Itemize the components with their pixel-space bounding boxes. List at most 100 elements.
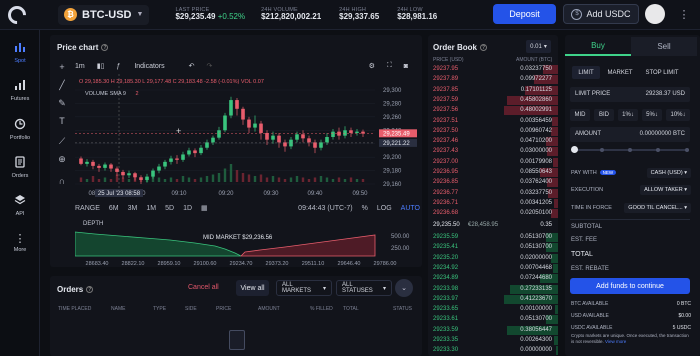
redo-icon[interactable]: ↷ (207, 62, 213, 70)
ask-row[interactable]: 29237.43 0.03000000 (428, 147, 558, 157)
tab-sell[interactable]: Sell (631, 37, 697, 56)
ask-row[interactable]: 29237.56 0.48002991 (428, 106, 558, 116)
fullscreen-icon[interactable]: ⛶ (387, 62, 392, 70)
tab-buy[interactable]: Buy (565, 37, 631, 56)
bid-row[interactable]: 29235.59 0.05130700 (428, 233, 558, 242)
ask-row[interactable]: 29237.89 0.09972277 (428, 75, 558, 85)
sidebar-item-futures[interactable]: Futures (0, 80, 40, 102)
depth-x-tick: 29786.00 (374, 261, 397, 267)
coinbase-logo[interactable] (0, 0, 34, 30)
bid-row[interactable]: 29233.98 0.27233135 (428, 284, 558, 294)
sidebar-item-api[interactable]: API (0, 194, 40, 217)
help-icon[interactable]: ? (101, 44, 109, 52)
sidebar-item-spot[interactable]: Spot (0, 42, 40, 64)
slider-knob[interactable] (571, 146, 578, 153)
order-type-limit[interactable]: LIMIT (572, 66, 600, 79)
preset-mid[interactable]: MID (570, 109, 590, 121)
settings-icon[interactable]: ⚙ (369, 62, 375, 70)
magnet-icon[interactable]: ∩ (53, 176, 71, 186)
preset-10pct[interactable]: 10%↓ (666, 109, 690, 121)
bid-row[interactable]: 29233.65 0.00100000 (428, 305, 558, 315)
markets-filter[interactable]: ALL MARKETS ▾ (276, 280, 332, 296)
range-1m[interactable]: 1M (146, 205, 156, 212)
order-book-step-select[interactable]: 0.01 ▾ (526, 40, 551, 53)
help-icon[interactable]: ? (480, 44, 488, 52)
view-all-button[interactable]: View all (236, 280, 269, 296)
candle-type-icon[interactable]: ▮▯ (97, 62, 105, 70)
view-more-link[interactable]: View more (605, 339, 626, 344)
log-toggle[interactable]: LOG (377, 205, 392, 212)
zoom-icon[interactable]: ⊕ (53, 154, 71, 165)
range-1d[interactable]: 1D (183, 205, 192, 212)
percent-toggle[interactable]: % (362, 205, 368, 212)
limit-price-field[interactable]: LIMIT PRICE 29238.37 USD (570, 87, 690, 102)
ask-row[interactable]: 29237.46 0.04710200 (428, 137, 558, 147)
bid-price: 29233.98 (433, 285, 459, 292)
bid-row[interactable]: 29233.59 0.38056447 (428, 325, 558, 335)
crosshair-icon[interactable]: + (53, 62, 71, 72)
preset-bid[interactable]: BID (594, 109, 614, 121)
preset-1pct[interactable]: 1%↓ (618, 109, 638, 121)
price-chart-title-text: Price chart (57, 43, 99, 52)
cancel-all-button[interactable]: Cancel all (188, 284, 219, 291)
calendar-icon[interactable]: ▦ (201, 204, 208, 212)
bid-row[interactable]: 29235.20 0.02000000 (428, 253, 558, 263)
ask-row[interactable]: 29237.95 0.03237750 (428, 65, 558, 74)
indicators-button[interactable]: ƒ Indicators (116, 63, 176, 70)
orders-more-button[interactable]: ⌄ (395, 279, 413, 297)
camera-icon[interactable]: ◙ (404, 63, 408, 70)
add-funds-button[interactable]: Add funds to continue (570, 278, 690, 294)
sidebar-item-more[interactable]: ⋮ More (0, 232, 40, 253)
range-3m[interactable]: 3M (128, 205, 138, 212)
bid-row[interactable]: 29233.30 0.00000000 (428, 346, 558, 356)
ask-price: 29237.89 (433, 76, 459, 83)
more-vertical-icon[interactable]: ⋮ (674, 4, 694, 24)
ask-row[interactable]: 29237.50 0.00960742 (428, 126, 558, 136)
candlestick-chart[interactable]: 29,30029,28029,26029,24029,22029,20029,1… (75, 74, 420, 200)
deposit-button[interactable]: Deposit (493, 4, 556, 24)
candle-body (259, 123, 263, 133)
order-type-market[interactable]: MARKET (604, 66, 636, 79)
bid-row[interactable]: 29234.92 0.00704468 (428, 263, 558, 273)
ask-row[interactable]: 29237.59 0.45802860 (428, 95, 558, 105)
bid-row[interactable]: 29233.35 0.00264300 (428, 336, 558, 345)
help-icon[interactable]: ? (86, 286, 94, 294)
volume-bar (175, 179, 179, 182)
ask-row[interactable]: 29236.68 0.02050100 (428, 209, 558, 219)
ask-row[interactable]: 29237.51 0.00356459 (428, 116, 558, 126)
text-icon[interactable]: T (53, 116, 71, 126)
brush-icon[interactable]: ✎ (53, 98, 71, 109)
range-5d[interactable]: 5D (165, 205, 174, 212)
auto-toggle[interactable]: AUTO (401, 205, 420, 212)
amount-field[interactable]: AMOUNT 0.00000000 BTC (570, 127, 690, 142)
ask-row[interactable]: 29237.85 0.17101125 (428, 85, 558, 95)
undo-icon[interactable]: ↶ (189, 62, 195, 70)
indicators-icon: ƒ (116, 62, 121, 70)
pair-selector[interactable]: ₿ BTC-USD ▼ (58, 4, 150, 25)
pay-with-select[interactable]: CASH (USD) ▾ (646, 168, 691, 178)
sidebar-item-portfolio[interactable]: Portfolio (0, 118, 40, 141)
ask-row[interactable]: 29237.00 0.00179908 (428, 157, 558, 167)
avatar[interactable] (645, 4, 665, 24)
depth-chart[interactable]: DEPTH MID MARKET $29,236.56 500.00 250.00 28… (75, 218, 420, 270)
execution-select[interactable]: ALLOW TAKER ▾ (640, 185, 691, 195)
time-in-force-select[interactable]: GOOD TIL CANCEL... ▾ (624, 203, 691, 213)
ask-row[interactable]: 29236.85 0.03762400 (428, 178, 558, 188)
trendline-icon[interactable]: ╱ (53, 80, 71, 91)
bid-row[interactable]: 29234.89 0.07244680 (428, 274, 558, 284)
bid-row[interactable]: 29233.97 0.41223670 (428, 294, 558, 304)
interval-select[interactable]: 1m (75, 63, 85, 70)
ruler-icon[interactable]: ⟋ (53, 136, 71, 147)
order-type-stop-limit[interactable]: STOP LIMIT (640, 66, 684, 79)
bid-row[interactable]: 29233.61 0.05130700 (428, 315, 558, 325)
range-6m[interactable]: 6M (109, 205, 119, 212)
bid-row[interactable]: 29235.41 0.05130700 (428, 243, 558, 253)
add-usdc-button[interactable]: $ Add USDC (563, 4, 639, 24)
sidebar-item-orders[interactable]: Orders (0, 156, 40, 179)
volume-bar (271, 176, 275, 182)
ask-row[interactable]: 29236.77 0.03237750 (428, 188, 558, 198)
ask-row[interactable]: 29236.95 0.08550643 (428, 168, 558, 177)
status-filter[interactable]: ALL STATUSES ▾ (336, 280, 392, 296)
preset-5pct[interactable]: 5%↓ (642, 109, 662, 121)
ask-row[interactable]: 29236.71 0.00341205 (428, 198, 558, 208)
